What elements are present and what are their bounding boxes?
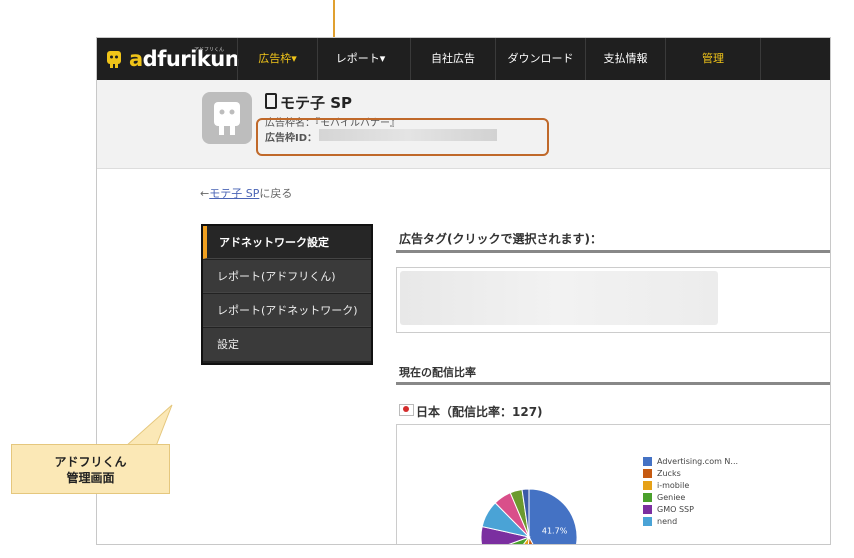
japan-flag-icon [399, 404, 414, 416]
legend-label: i-mobile [657, 480, 690, 490]
app-window: aadfurikundfurikun アドフリくん 広告枠▾ レポート▾ 自社広… [96, 37, 831, 545]
smartphone-icon [265, 93, 277, 109]
legend-label: Zucks [657, 468, 681, 478]
nav-own-ads[interactable]: 自社広告 [410, 38, 495, 80]
sidebar: アドネットワーク設定 レポート(アドフリくん) レポート(アドネットワーク) 設… [201, 224, 373, 365]
app-icon [202, 92, 252, 144]
legend-item: nend [643, 515, 738, 527]
nav-payment[interactable]: 支払情報 [585, 38, 665, 80]
top-navbar: aadfurikundfurikun アドフリくん 広告枠▾ レポート▾ 自社広… [97, 38, 830, 80]
callout-tail [124, 404, 173, 447]
pie-chart-panel: 41.7% Advertising.com N... Zucks i-mobile G… [396, 424, 830, 544]
nav-reports[interactable]: レポート▾ [317, 38, 403, 80]
country-ratio-label: 日本（配信比率：127) [416, 405, 543, 419]
legend-item: Zucks [643, 467, 738, 479]
sidebar-item-settings[interactable]: 設定 [203, 328, 371, 361]
legend-swatch [643, 456, 652, 466]
logo-subtitle: アドフリくん [194, 47, 225, 53]
annotation-highlight-box [256, 118, 549, 156]
pie-data-label: 41.7% [542, 527, 568, 536]
sidebar-item-report-adfurikun[interactable]: レポート(アドフリくん) [203, 260, 371, 293]
legend-swatch [643, 480, 652, 490]
logo-mascot-icon [103, 48, 125, 70]
legend-swatch [643, 468, 652, 478]
back-link[interactable]: ←モテ子 SPに戻る [200, 185, 292, 201]
legend-label: GMO SSP [657, 504, 694, 514]
nav-download[interactable]: ダウンロード [495, 38, 585, 80]
sidebar-item-adnetwork-settings[interactable]: アドネットワーク設定 [203, 226, 371, 259]
legend-label: Geniee [657, 492, 686, 502]
app-name: モテ子 SP [265, 92, 352, 113]
callout-line2: 管理画面 [66, 471, 115, 485]
tag-section-title: 広告タグ(クリックで選択されます)： [399, 232, 602, 246]
legend-swatch [643, 504, 652, 514]
sidebar-item-report-adnetwork[interactable]: レポート(アドネットワーク) [203, 294, 371, 327]
legend-item: Geniee [643, 491, 738, 503]
legend-item: i-mobile [643, 479, 738, 491]
chart-legend: Advertising.com N... Zucks i-mobile Geniee G… [643, 455, 738, 527]
pie-slice-0 [528, 488, 578, 544]
nav-admin[interactable]: 管理 [665, 38, 760, 80]
section-divider [396, 250, 830, 253]
section-divider [396, 382, 830, 385]
logo[interactable]: aadfurikundfurikun アドフリくん [103, 44, 240, 74]
legend-swatch [643, 492, 652, 502]
callout-label: アドフリくん 管理画面 [11, 444, 170, 494]
pie-chart: 41.7% [480, 488, 578, 544]
legend-label: nend [657, 516, 678, 526]
legend-item: Advertising.com N... [643, 455, 738, 467]
back-link-app[interactable]: モテ子 SP [209, 187, 259, 200]
callout-line1: アドフリくん [54, 455, 127, 469]
legend-swatch [643, 516, 652, 526]
nav-spacer [760, 38, 830, 80]
ad-tag-code-redacted [400, 271, 718, 325]
legend-item: GMO SSP [643, 503, 738, 515]
ratio-section-title: 現在の配信比率 [399, 366, 476, 379]
nav-ad-frames[interactable]: 広告枠▾ [237, 38, 317, 80]
legend-label: Advertising.com N... [657, 456, 739, 466]
